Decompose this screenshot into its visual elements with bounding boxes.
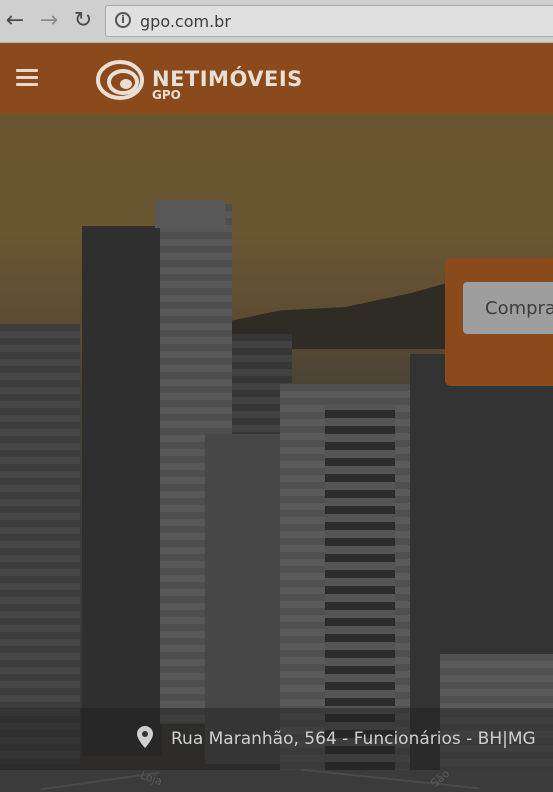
browser-toolbar: ← → ↻ i gpo.com.br — [0, 0, 553, 43]
hamburger-menu-icon[interactable] — [16, 69, 38, 87]
address-text: Rua Maranhão, 564 - Funcionários - BH|MG — [171, 729, 536, 749]
building — [82, 226, 162, 756]
logo-swirl-icon — [96, 60, 144, 100]
url-text[interactable]: gpo.com.br — [140, 12, 231, 31]
hero-image — [0, 114, 553, 770]
map-preview[interactable]: Loja São — [0, 766, 553, 792]
tower-top — [155, 200, 225, 228]
address-bar[interactable]: i gpo.com.br — [105, 5, 553, 37]
forward-arrow-icon[interactable]: → — [36, 7, 62, 33]
reload-icon[interactable]: ↻ — [70, 7, 96, 33]
transaction-type-select[interactable]: Compra — [463, 282, 553, 334]
address-bar-footer: Rua Maranhão, 564 - Funcionários - BH|MG — [0, 708, 553, 770]
site-logo[interactable]: NETIMÓVEIS GPO — [96, 56, 306, 104]
back-arrow-icon[interactable]: ← — [2, 7, 28, 33]
map-pin-icon — [137, 726, 153, 748]
site-header: NETIMÓVEIS GPO — [0, 43, 553, 114]
map-label: São — [428, 766, 453, 791]
map-road — [300, 768, 480, 790]
transaction-type-value: Compra — [485, 298, 553, 319]
search-card: Compra — [445, 258, 553, 386]
building — [0, 324, 80, 764]
brand-subname: GPO — [152, 88, 181, 102]
info-icon[interactable]: i — [115, 12, 131, 28]
map-label: Loja — [138, 768, 165, 789]
